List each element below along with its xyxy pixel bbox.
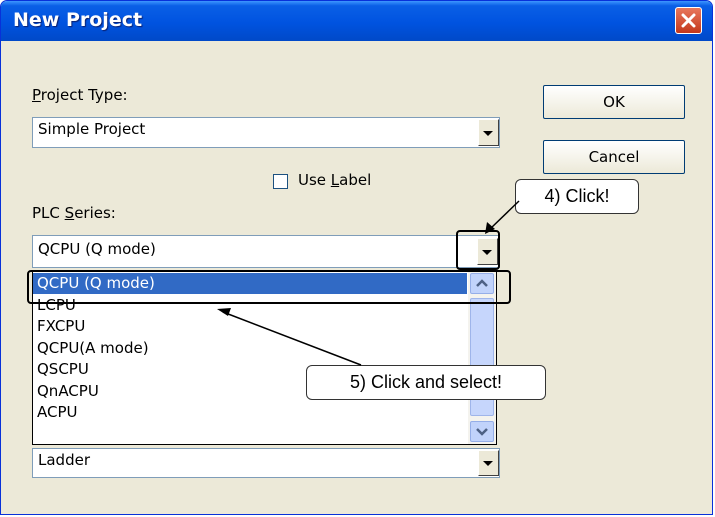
step4-arrowhead: [485, 222, 495, 234]
annotation-arrows: [217, 200, 520, 366]
step5-arrow: [222, 311, 362, 366]
step4-arrow: [489, 200, 520, 230]
new-project-dialog: New Project Project Type: Simple Project…: [0, 0, 713, 515]
